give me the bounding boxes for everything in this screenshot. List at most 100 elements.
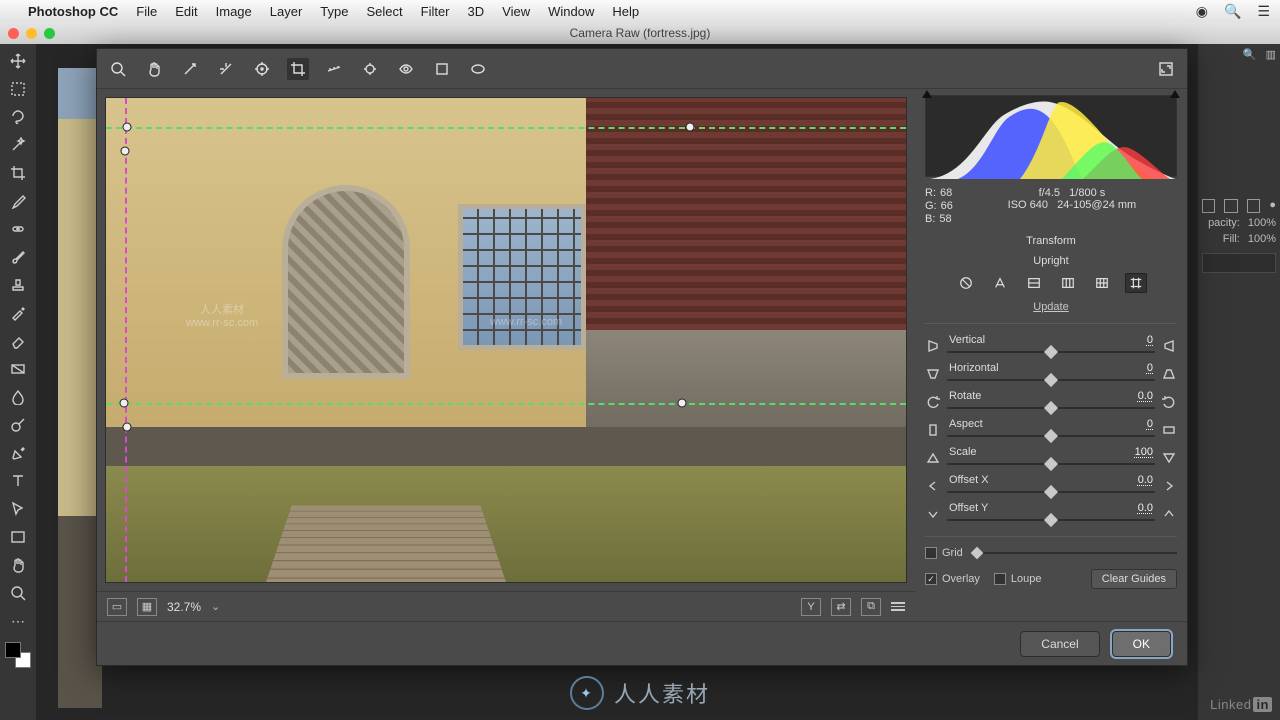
guide-handle[interactable] [122,123,131,132]
histogram[interactable] [925,95,1177,177]
menu-icon[interactable] [891,602,905,611]
filter-brush-icon[interactable] [431,58,453,80]
marquee-tool-icon[interactable] [5,78,31,100]
graduated-filter-icon[interactable] [467,58,489,80]
zoom-tool-icon[interactable] [5,582,31,604]
path-select-icon[interactable] [5,498,31,520]
blur-tool-icon[interactable] [5,386,31,408]
history-brush-icon[interactable] [5,302,31,324]
dodge-tool-icon[interactable] [5,414,31,436]
color-sampler-icon[interactable] [215,58,237,80]
zoom-tool-icon[interactable] [107,58,129,80]
slider-value[interactable]: 100 [1135,446,1153,458]
list-icon[interactable]: ☰ [1257,3,1270,20]
rotate-slider[interactable] [947,402,1155,414]
upright-vertical-icon[interactable] [1057,273,1079,293]
menu-type[interactable]: Type [320,4,348,19]
horizontal-slider[interactable] [947,374,1155,386]
menu-image[interactable]: Image [216,4,252,19]
layer-thumb[interactable] [1202,253,1276,273]
dot-icon[interactable]: ● [1269,199,1276,213]
eraser-tool-icon[interactable] [5,330,31,352]
fit-icon[interactable]: ▭ [107,598,127,616]
guide-handle[interactable] [686,123,695,132]
slider-value[interactable]: 0.0 [1138,474,1153,486]
close-icon[interactable] [8,28,19,39]
scale-slider[interactable] [947,458,1155,470]
menu-filter[interactable]: Filter [421,4,450,19]
grid-size-slider[interactable] [977,552,1177,554]
menu-layer[interactable]: Layer [270,4,303,19]
spot-removal-icon[interactable] [359,58,381,80]
menu-view[interactable]: View [502,4,530,19]
fill-value[interactable]: 100% [1248,233,1276,245]
ok-button[interactable]: OK [1112,631,1171,657]
app-name[interactable]: Photoshop CC [28,4,118,19]
offset-x-slider[interactable] [947,486,1155,498]
cloud-icon[interactable]: ◉ [1196,3,1208,20]
update-link[interactable]: Update [925,301,1177,324]
eyedropper-tool-icon[interactable] [5,190,31,212]
aspect-slider[interactable] [947,430,1155,442]
color-swatches[interactable] [5,642,31,668]
more-tools-icon[interactable]: ⋯ [5,610,31,632]
toggle-fullscreen-icon[interactable] [1155,58,1177,80]
gradient-tool-icon[interactable] [5,358,31,380]
stamp-tool-icon[interactable] [5,274,31,296]
menu-edit[interactable]: Edit [175,4,197,19]
rectangle-tool-icon[interactable] [5,526,31,548]
fill-icon[interactable]: ▦ [137,598,157,616]
cancel-button[interactable]: Cancel [1020,631,1099,657]
healing-tool-icon[interactable] [5,218,31,240]
hand-tool-icon[interactable] [5,554,31,576]
upright-auto-icon[interactable] [989,273,1011,293]
grid-checkbox[interactable]: Grid [925,547,963,559]
wand-tool-icon[interactable] [5,134,31,156]
horizontal-guide[interactable] [106,403,906,405]
slider-value[interactable]: 0.0 [1138,502,1153,514]
menu-help[interactable]: Help [612,4,639,19]
slider-value[interactable]: 0.0 [1138,390,1153,402]
menu-select[interactable]: Select [366,4,402,19]
zoom-level[interactable]: 32.7% [167,600,201,614]
overlay-checkbox[interactable]: ✓Overlay [925,573,980,585]
zoom-dropdown-icon[interactable]: ⌄ [211,600,220,613]
crop-tool-icon[interactable] [287,58,309,80]
before-after-icon[interactable]: Y [801,598,821,616]
upright-level-icon[interactable] [1023,273,1045,293]
loupe-checkbox[interactable]: Loupe [994,573,1042,585]
lasso-tool-icon[interactable] [5,106,31,128]
hand-tool-icon[interactable] [143,58,165,80]
offset-y-slider[interactable] [947,514,1155,526]
horizontal-guide[interactable] [106,127,906,129]
panel-icon[interactable] [1202,199,1215,213]
type-tool-icon[interactable] [5,470,31,492]
zoom-icon[interactable] [44,28,55,39]
menu-file[interactable]: File [136,4,157,19]
vertical-guide[interactable] [125,98,127,582]
straighten-icon[interactable] [323,58,345,80]
panel-icon[interactable] [1224,199,1237,213]
upright-off-icon[interactable] [955,273,977,293]
vertical-slider[interactable] [947,346,1155,358]
pen-tool-icon[interactable] [5,442,31,464]
panel-icon[interactable] [1247,199,1260,213]
search-icon[interactable]: 🔍 [1243,48,1257,61]
slider-value[interactable]: 0 [1147,334,1153,346]
image-preview[interactable]: 人人素材www.rr-sc.com www.rr-sc.com [105,97,907,583]
target-adjust-icon[interactable] [251,58,273,80]
guide-handle[interactable] [121,147,130,156]
slider-value[interactable]: 0 [1147,418,1153,430]
opacity-value[interactable]: 100% [1248,217,1276,229]
copy-icon[interactable]: ⧉ [861,598,881,616]
white-balance-icon[interactable] [179,58,201,80]
redeye-icon[interactable] [395,58,417,80]
upright-guided-icon[interactable] [1125,273,1147,293]
guide-handle[interactable] [678,398,687,407]
move-tool-icon[interactable] [5,50,31,72]
slider-value[interactable]: 0 [1147,362,1153,374]
panels-icon[interactable]: ▥ [1266,48,1276,61]
menu-window[interactable]: Window [548,4,594,19]
guide-handle[interactable] [122,423,131,432]
brush-tool-icon[interactable] [5,246,31,268]
